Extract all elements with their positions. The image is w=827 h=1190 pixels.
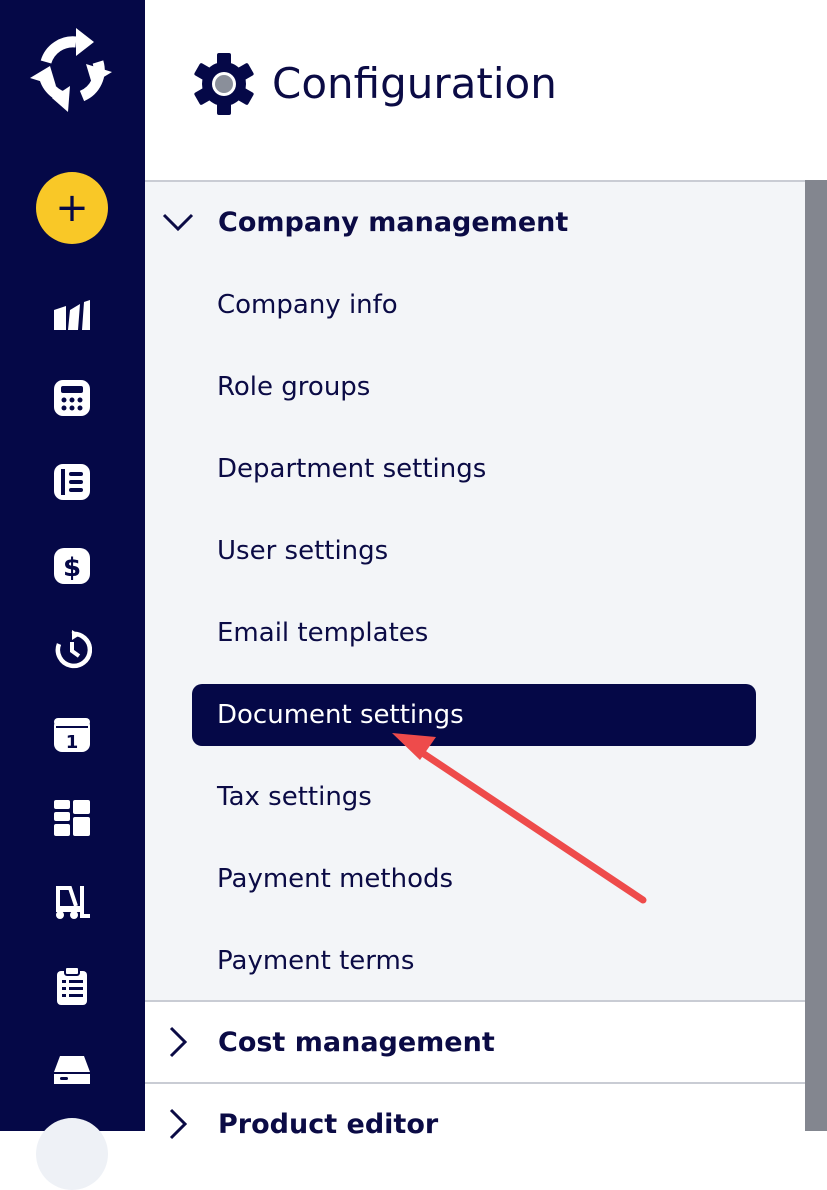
- section-product-editor[interactable]: Product editor: [145, 1084, 805, 1164]
- section-label: Product editor: [218, 1108, 439, 1140]
- user-avatar[interactable]: [36, 1118, 108, 1190]
- section-label: Company management: [218, 206, 569, 238]
- clipboard-icon[interactable]: [52, 966, 92, 1006]
- menu-item-payment-methods[interactable]: Payment methods: [192, 848, 756, 910]
- menu-item-company-info[interactable]: Company info: [192, 274, 756, 336]
- page-header: Configuration: [145, 0, 827, 180]
- history-icon[interactable]: [52, 630, 92, 670]
- forklift-icon[interactable]: [52, 882, 92, 922]
- book-icon[interactable]: [52, 462, 92, 502]
- menu-item-department-settings[interactable]: Department settings: [192, 438, 756, 500]
- add-button[interactable]: +: [36, 172, 108, 244]
- section-label: Cost management: [218, 1026, 495, 1058]
- svg-text:$: $: [63, 553, 81, 583]
- menu-item-user-settings[interactable]: User settings: [192, 520, 756, 582]
- inbox-icon[interactable]: [52, 1050, 92, 1090]
- gear-icon: [194, 53, 254, 115]
- menu-item-document-settings[interactable]: Document settings: [192, 684, 756, 746]
- dollar-icon[interactable]: $: [52, 546, 92, 586]
- calendar-icon[interactable]: 1: [52, 714, 92, 754]
- configuration-menu: Company management Company info Role gro…: [145, 180, 805, 1164]
- scrollbar[interactable]: [805, 180, 827, 1131]
- svg-text:1: 1: [66, 732, 79, 753]
- factory-icon[interactable]: [52, 296, 92, 336]
- chevron-right-icon: [169, 1108, 188, 1140]
- chevron-down-icon: [162, 213, 194, 232]
- menu-item-payment-terms[interactable]: Payment terms: [192, 930, 756, 992]
- menu-item-role-groups[interactable]: Role groups: [192, 356, 756, 418]
- section-cost-management[interactable]: Cost management: [145, 1002, 805, 1082]
- chevron-right-icon: [169, 1026, 188, 1058]
- left-rail: + $ 1: [0, 0, 145, 1190]
- plus-icon: +: [55, 185, 89, 231]
- page-title: Configuration: [272, 59, 557, 108]
- calculator-icon[interactable]: [52, 378, 92, 418]
- grid-icon[interactable]: [52, 798, 92, 838]
- menu-item-email-templates[interactable]: Email templates: [192, 602, 756, 664]
- section-company-management[interactable]: Company management: [145, 182, 805, 262]
- circular-arrows-logo-icon[interactable]: [24, 22, 120, 118]
- menu-item-tax-settings[interactable]: Tax settings: [192, 766, 756, 828]
